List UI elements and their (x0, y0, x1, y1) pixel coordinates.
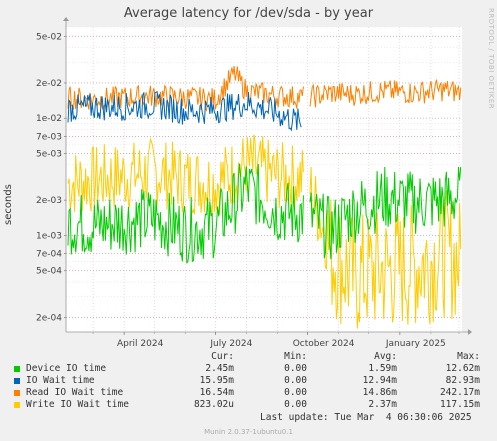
legend-header-cur: Cur: (211, 351, 234, 362)
legend-swatch (14, 378, 20, 384)
y-tick-label: 5e-03 (36, 149, 62, 159)
legend-value-min: 0.00 (284, 363, 307, 374)
x-tick-label: July 2024 (209, 339, 252, 349)
legend-value-min: 0.00 (284, 387, 307, 398)
y-tick-label: 5e-02 (36, 32, 62, 42)
legend-value-avg: 1.59m (368, 363, 397, 374)
last-update: Last update: Tue Mar 4 06:30:06 2025 (260, 412, 472, 423)
y-tick-label: 5e-04 (36, 267, 62, 277)
x-tick-label: January 2025 (385, 339, 446, 349)
legend-swatch (14, 390, 20, 396)
legend-value-max: 12.62m (445, 363, 480, 374)
legend-series-name: Device IO time (26, 363, 107, 374)
legend-row: IO Wait time 15.95m 0.00 12.94m 82.93m (14, 375, 484, 387)
x-tick-label: October 2024 (293, 339, 355, 349)
legend-row: Write IO Wait time 823.02u 0.00 2.37m 117.15… (14, 399, 484, 411)
legend-swatch (14, 366, 20, 372)
y-tick-label: 2e-03 (36, 196, 62, 206)
legend-value-max: 82.93m (445, 375, 480, 386)
legend-header-max: Max: (457, 351, 480, 362)
legend-value-cur: 16.54m (199, 387, 234, 398)
legend-row: Device IO time 2.45m 0.00 1.59m 12.62m (14, 363, 484, 375)
y-tick-label: 2e-02 (36, 79, 62, 89)
legend-swatch (14, 402, 20, 408)
y-tick-label: 7e-03 (36, 132, 62, 142)
y-tick-label: 1e-02 (36, 114, 62, 124)
munin-graph: Average latency for /dev/sda - by year R… (0, 0, 497, 441)
legend-row: Read IO Wait time 16.54m 0.00 14.86m 242.17m (14, 387, 484, 399)
legend-value-cur: 2.45m (205, 363, 234, 374)
legend-header-min: Min: (284, 351, 307, 362)
chart-svg: 5e-02 2e-02 1e-02 7e-03 5e-03 2e-03 1e-03 7e-04… (36, 17, 472, 349)
y-tick-label: 1e-03 (36, 231, 62, 241)
y-tick-label: 2e-04 (36, 313, 62, 323)
legend-value-min: 0.00 (284, 375, 307, 386)
legend-value-max: 242.17m (439, 387, 480, 398)
munin-version: Munin 2.0.37-1ubuntu0.1 (204, 428, 293, 436)
legend-header-row: Cur: Min: Avg: Max: (14, 351, 484, 363)
legend-value-avg: 12.94m (362, 375, 397, 386)
y-tick-label: 7e-04 (36, 250, 62, 260)
legend-value-min: 0.00 (284, 399, 307, 410)
y-axis-arrow (63, 17, 69, 21)
legend-value-cur: 823.02u (193, 399, 234, 410)
legend-series-name: Write IO Wait time (26, 399, 129, 410)
legend-series-name: Read IO Wait time (26, 387, 124, 398)
legend-value-cur: 15.95m (199, 375, 234, 386)
legend-series-name: IO Wait time (26, 375, 95, 386)
x-tick-label: April 2024 (117, 339, 164, 349)
legend-value-avg: 14.86m (362, 387, 397, 398)
legend-value-avg: 2.37m (368, 399, 397, 410)
legend-header-avg: Avg: (374, 351, 397, 362)
x-axis-arrow (468, 329, 472, 335)
legend-value-max: 117.15m (439, 399, 480, 410)
